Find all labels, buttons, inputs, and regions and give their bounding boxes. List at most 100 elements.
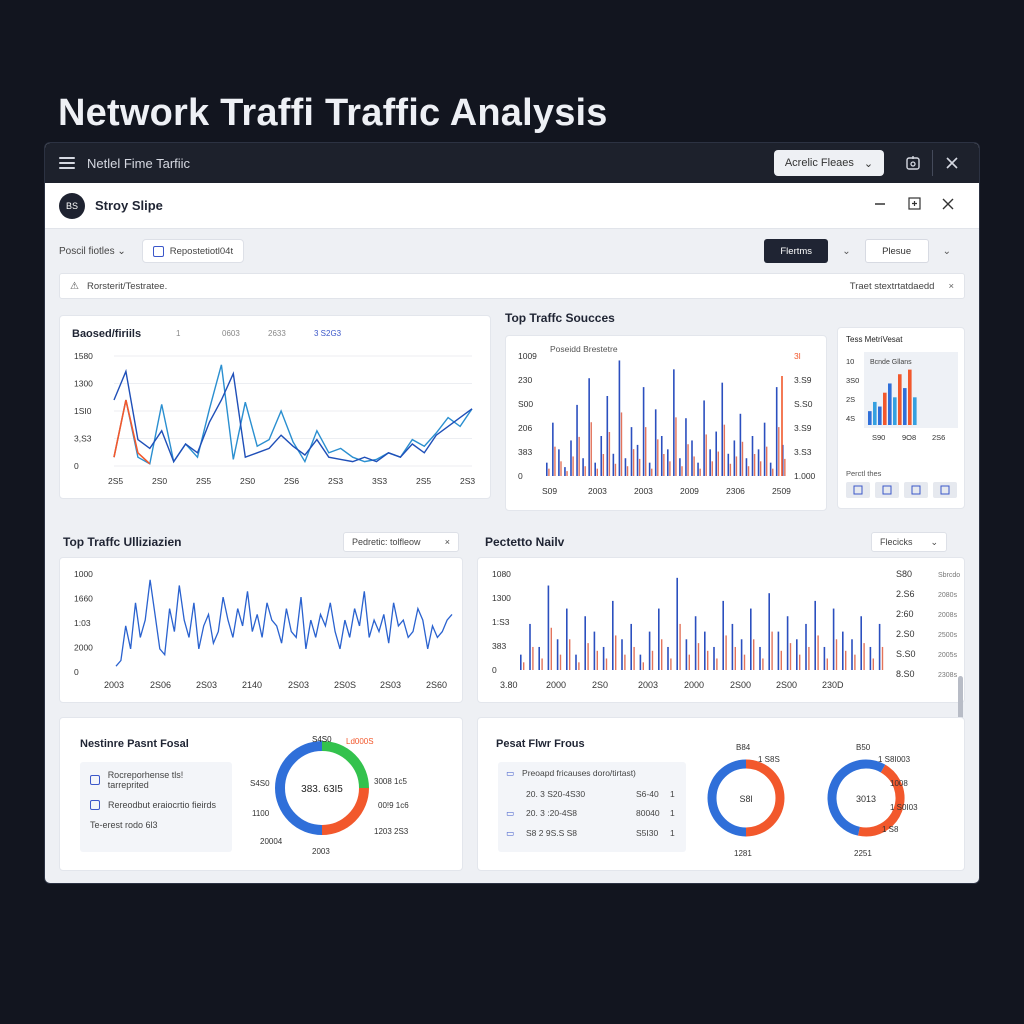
bar bbox=[722, 600, 724, 670]
bar bbox=[789, 643, 792, 670]
bar bbox=[697, 462, 699, 476]
chart-inner-title: Poseidd Brestetre bbox=[550, 344, 618, 354]
bar bbox=[769, 462, 772, 476]
bar bbox=[898, 374, 902, 425]
bar bbox=[759, 461, 762, 476]
bar bbox=[612, 453, 615, 476]
bar bbox=[872, 658, 874, 670]
donut-label: 1100 bbox=[252, 809, 270, 818]
close-icon[interactable] bbox=[931, 197, 965, 214]
filter-chip[interactable]: Repostetiotl04t bbox=[141, 239, 245, 263]
menu-icon[interactable] bbox=[59, 157, 75, 169]
utilization-dropdown[interactable]: Pedretic: tolfleow × bbox=[343, 532, 459, 552]
y2-tick-label: S.S0 bbox=[794, 399, 813, 409]
bar bbox=[835, 639, 838, 670]
donut-label: 1008 bbox=[890, 779, 908, 788]
bar bbox=[766, 446, 768, 476]
bar bbox=[558, 449, 560, 476]
y-tick-label: 3S0 bbox=[846, 376, 859, 385]
bandwidth-card: Baosed/firiils 1 0603 2633 3 S2G3 1580 1300 1S… bbox=[59, 315, 491, 499]
x-tick-label: 2306 bbox=[726, 486, 745, 496]
pause-button[interactable]: Plesue bbox=[864, 239, 929, 263]
bar bbox=[707, 650, 709, 670]
y3-tick-label: 2005s bbox=[938, 652, 958, 659]
warning-icon: ⚠ bbox=[70, 280, 79, 292]
donut-label: 1281 bbox=[734, 849, 752, 858]
bar bbox=[753, 454, 756, 476]
y-tick-label: 383 bbox=[492, 641, 506, 651]
protocol-dropdown[interactable]: Flecicks ⌄ bbox=[871, 532, 947, 552]
bar bbox=[814, 600, 816, 670]
bar bbox=[799, 654, 801, 670]
y-tick-label: 206 bbox=[518, 423, 532, 433]
y-tick-label: 1009 bbox=[518, 351, 537, 361]
x-tick-label: 2S6 bbox=[284, 476, 299, 486]
grid-icon bbox=[875, 482, 899, 498]
bar bbox=[572, 456, 574, 476]
bar bbox=[556, 639, 559, 670]
bar bbox=[731, 623, 734, 670]
bar bbox=[679, 623, 681, 670]
titlebar-divider bbox=[932, 150, 933, 176]
bar bbox=[808, 646, 810, 670]
bar bbox=[594, 462, 596, 476]
metrics-chart: Tess MetriVesat Bcnde Gllans 10 3S0 2S 4S S90 9… bbox=[846, 335, 958, 498]
bar bbox=[842, 631, 844, 670]
settings-icon[interactable] bbox=[900, 150, 926, 176]
y-tick-label: 1660 bbox=[74, 594, 93, 604]
bar bbox=[654, 409, 657, 476]
donut-label: S4S0 bbox=[312, 735, 332, 744]
metrics-card: Tess MetriVesat Bcnde Gllans 10 3S0 2S 4S S90 9… bbox=[837, 327, 965, 509]
y2-tick-label: 2.S0 bbox=[896, 629, 915, 639]
x-tick-label: 2003 bbox=[634, 486, 653, 496]
bar bbox=[593, 631, 596, 670]
bar bbox=[673, 369, 675, 476]
minimize-icon[interactable] bbox=[863, 197, 897, 214]
x-tick-label: 2S00 bbox=[730, 680, 751, 690]
bar bbox=[612, 600, 614, 670]
chevron-down-icon[interactable]: ⌄ bbox=[842, 246, 850, 257]
utilization-title: Top Traffc Ulliziazien bbox=[63, 535, 182, 549]
bar bbox=[541, 658, 543, 670]
bar bbox=[584, 466, 586, 476]
bar bbox=[645, 427, 647, 476]
bar bbox=[523, 662, 525, 670]
x-tick-label: 2S3 bbox=[460, 476, 475, 486]
filter-icon bbox=[846, 482, 870, 498]
bar bbox=[620, 412, 623, 476]
donut-label: Ld000S bbox=[346, 737, 374, 746]
y-tick-label: 1SI0 bbox=[74, 406, 92, 416]
bandwidth-chart: 1 0603 2633 3 S2G3 1580 1300 1SI0 3,S3 0 2S5 2S0 2S… bbox=[74, 329, 475, 486]
close-icon[interactable] bbox=[939, 150, 965, 176]
share-icon bbox=[933, 482, 957, 498]
x-tick-label: 2S03 bbox=[196, 680, 217, 690]
x-tick-label: 2003 bbox=[104, 680, 124, 690]
chart-title: Tess MetriVesat bbox=[846, 335, 903, 344]
bar bbox=[608, 432, 611, 476]
bar bbox=[621, 639, 623, 670]
filters-button[interactable]: Flertms bbox=[764, 239, 829, 263]
donut-label: 3008 1c5 bbox=[374, 777, 407, 786]
series-line bbox=[113, 368, 473, 464]
bar bbox=[863, 643, 865, 670]
filter-label[interactable]: Poscil fiotles ⌄ bbox=[59, 246, 126, 257]
bar bbox=[566, 471, 568, 476]
pie-slice bbox=[321, 741, 369, 789]
close-icon[interactable]: × bbox=[445, 537, 450, 547]
meta-label: 3 S2G3 bbox=[314, 329, 342, 338]
app-name: Stroy Slipe bbox=[95, 198, 163, 213]
bar bbox=[648, 631, 651, 670]
bar bbox=[697, 643, 700, 670]
alert-close-icon[interactable]: × bbox=[948, 281, 954, 292]
bar bbox=[687, 444, 689, 476]
utilization-dropdown-label: Pedretic: tolfleow bbox=[352, 537, 421, 547]
donut-center-label: 3013 bbox=[856, 794, 876, 804]
bar bbox=[709, 449, 711, 476]
maximize-icon[interactable] bbox=[897, 197, 931, 214]
x-tick-label: 2S60 bbox=[426, 680, 447, 690]
bar bbox=[648, 462, 651, 476]
bar bbox=[602, 646, 605, 670]
title-select[interactable]: Acrelic Fleaes ⌄ bbox=[774, 150, 884, 176]
chevron-down-icon[interactable]: ⌄ bbox=[943, 246, 951, 257]
donut-label: B50 bbox=[856, 743, 871, 752]
